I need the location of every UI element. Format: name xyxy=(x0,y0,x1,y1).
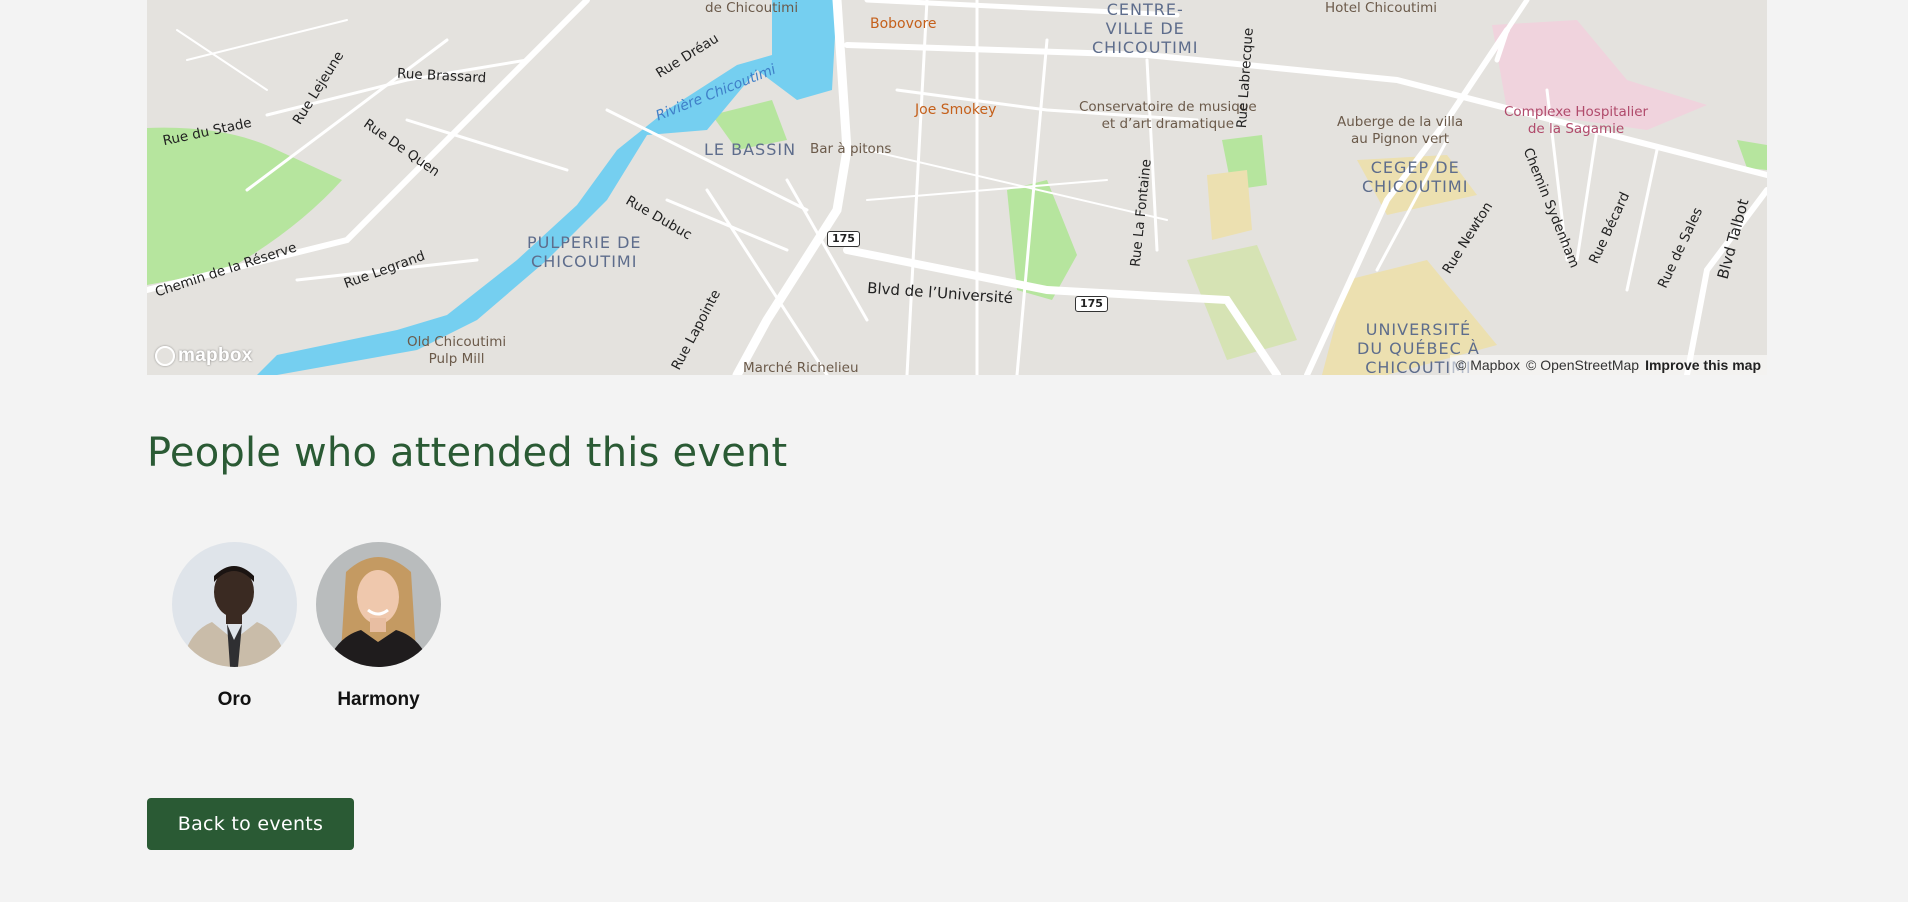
map-label-centre-ville: CENTRE- VILLE DE CHICOUTIMI xyxy=(1092,0,1199,57)
avatar xyxy=(316,542,441,667)
event-location-map[interactable]: CENTRE- VILLE DE CHICOUTIMI LE BASSIN PULP… xyxy=(147,0,1767,375)
map-label-conservatoire: Conservatoire de musique et d’art dramati… xyxy=(1079,99,1257,132)
attendee-card[interactable]: Oro xyxy=(172,542,297,711)
map-label-complexe-hospitalier: Complexe Hospitalier de la Sagamie xyxy=(1504,104,1649,137)
map-label-hotel: Hotel Chicoutimi xyxy=(1325,0,1437,16)
campus-area xyxy=(1207,170,1252,240)
attendees-list: Oro Harmony xyxy=(172,542,441,711)
attendees-heading: People who attended this event xyxy=(147,430,788,476)
map-label-cegep: CEGEP DE CHICOUTIMI xyxy=(1362,158,1469,196)
map-label-marche-richelieu: Marché Richelieu xyxy=(743,360,859,375)
attendee-name: Oro xyxy=(217,689,252,710)
attribution-mapbox-link[interactable]: © Mapbox xyxy=(1456,357,1520,373)
map-attribution: © Mapbox © OpenStreetMap Improve this ma… xyxy=(1450,355,1767,375)
map-label-pulperie: PULPERIE DE CHICOUTIMI xyxy=(527,233,642,271)
map-label-joe-smokey: Joe Smokey xyxy=(915,102,997,118)
map-canvas xyxy=(147,0,1767,375)
route-175-shield: 175 xyxy=(827,231,860,247)
mapbox-logo-text: mapbox xyxy=(178,345,253,366)
map-label-de-chicoutimi: de Chicoutimi xyxy=(705,0,799,16)
map-label-old-pulp-mill: Old Chicoutimi Pulp Mill xyxy=(407,334,507,367)
attendee-card[interactable]: Harmony xyxy=(316,542,441,711)
avatar xyxy=(172,542,297,667)
attribution-osm-link[interactable]: © OpenStreetMap xyxy=(1526,357,1639,373)
attendee-photo-oro xyxy=(172,542,297,667)
map-label-le-bassin: LE BASSIN xyxy=(704,140,797,159)
attendee-name: Harmony xyxy=(337,689,420,710)
mapbox-logo[interactable]: mapbox xyxy=(155,345,253,367)
map-label-bobovore: Bobovore xyxy=(870,16,937,32)
improve-map-link[interactable]: Improve this map xyxy=(1645,357,1761,373)
route-175-shield: 175 xyxy=(1075,296,1108,312)
mapbox-logo-icon xyxy=(155,346,175,366)
map-label-bar-a-pitons: Bar à pitons xyxy=(810,141,892,157)
map-label-auberge: Auberge de la villa au Pignon vert xyxy=(1337,114,1464,147)
attendee-photo-harmony xyxy=(316,542,441,667)
back-to-events-button[interactable]: Back to events xyxy=(147,798,354,850)
